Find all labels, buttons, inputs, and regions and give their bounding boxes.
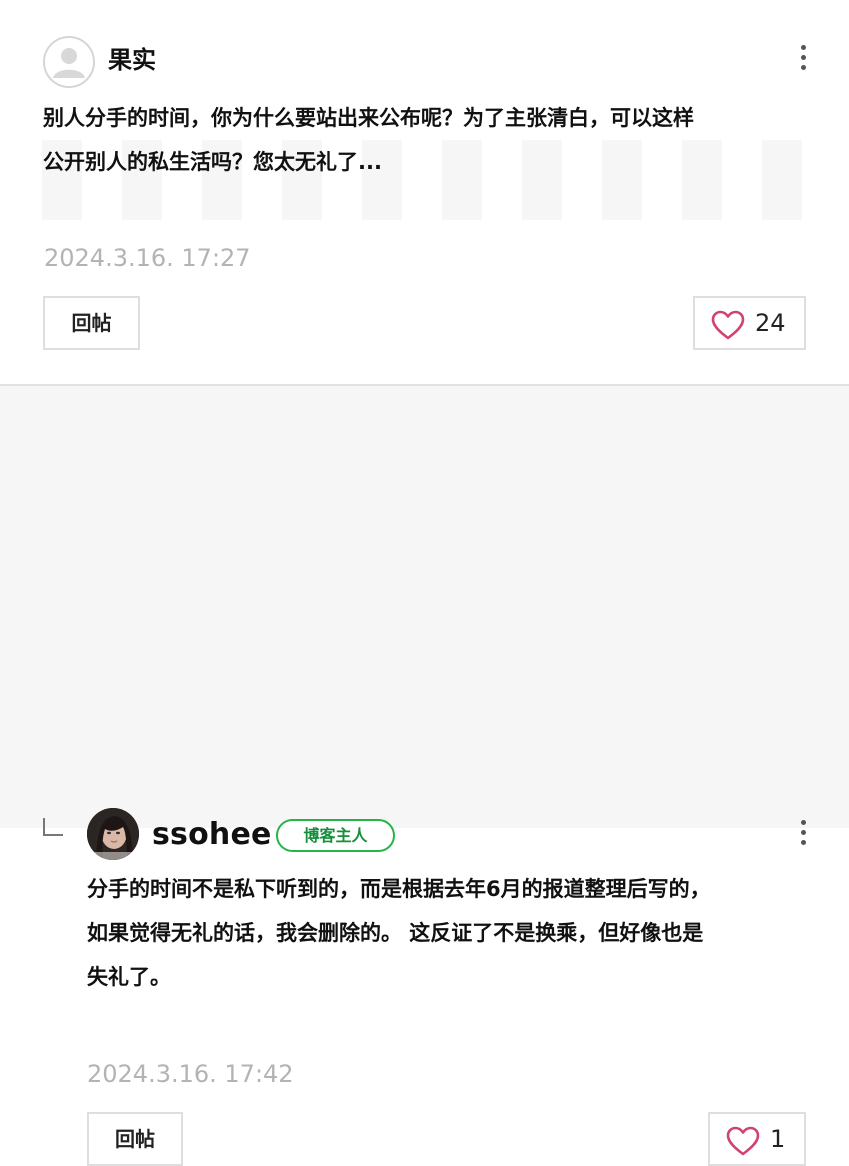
like-button[interactable]: 24 bbox=[693, 296, 806, 350]
comment-timestamp: 2024.3.16. 17:27 bbox=[44, 244, 251, 272]
heart-outline-icon bbox=[711, 310, 745, 340]
like-count: 24 bbox=[755, 309, 786, 337]
comment-text-line: 分手的时间不是私下听到的，而是根据去年6月的报道整理后写的， bbox=[87, 877, 711, 901]
reply-button[interactable]: 回帖 bbox=[87, 1112, 183, 1166]
comment-text: 别人分手的时间，你为什么要站出来公布呢？为了主张清白，可以这样 公开别人的私生活… bbox=[43, 96, 823, 184]
comment-timestamp: 2024.3.16. 17:42 bbox=[87, 1060, 294, 1088]
heart-outline-icon bbox=[726, 1126, 760, 1156]
like-button[interactable]: 1 bbox=[708, 1112, 806, 1166]
reply-comment-card: ssohee 博客主人 分手的时间不是私下听到的，而是根据去年6月的报道整理后写… bbox=[0, 384, 849, 1166]
comment-card: 果实 别人分手的时间，你为什么要站出来公布呢？为了主张清白，可以这样 公开别人的… bbox=[0, 0, 849, 384]
comment-username[interactable]: 果实 bbox=[108, 42, 156, 78]
default-user-icon[interactable] bbox=[43, 36, 95, 88]
comment-text-line: 别人分手的时间，你为什么要站出来公布呢？为了主张清白，可以这样 bbox=[43, 106, 694, 130]
more-vertical-icon[interactable] bbox=[793, 820, 813, 854]
like-count: 1 bbox=[770, 1125, 786, 1153]
more-vertical-icon[interactable] bbox=[793, 45, 813, 79]
comment-username[interactable]: ssohee bbox=[152, 815, 272, 855]
comment-text-line: 如果觉得无礼的话，我会删除的。 这反证了不是换乘，但好像也是 bbox=[87, 921, 704, 945]
user-photo[interactable] bbox=[87, 808, 139, 860]
blog-owner-badge: 博客主人 bbox=[276, 819, 395, 852]
comment-text: 分手的时间不是私下听到的，而是根据去年6月的报道整理后写的， 如果觉得无礼的话，… bbox=[87, 867, 807, 999]
comment-text-line: 公开别人的私生活吗？您太无礼了... bbox=[43, 150, 382, 174]
reply-arrow-icon bbox=[43, 818, 63, 836]
comment-text-line: 失礼了。 bbox=[87, 965, 171, 989]
reply-button[interactable]: 回帖 bbox=[43, 296, 140, 350]
